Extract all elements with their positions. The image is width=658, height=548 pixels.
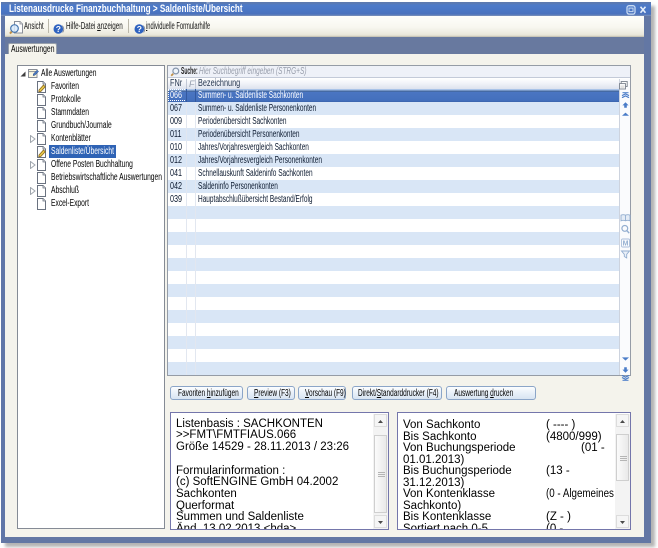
svg-text:M: M <box>623 241 629 248</box>
svg-text:?: ? <box>56 24 61 34</box>
svg-text:?: ? <box>137 24 142 34</box>
